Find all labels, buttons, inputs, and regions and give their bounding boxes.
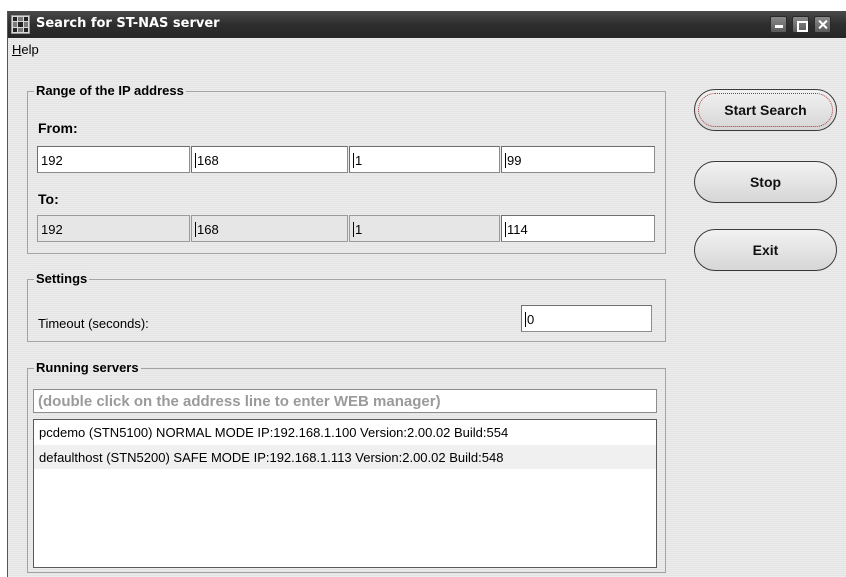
from-octet-1[interactable]: 192 bbox=[37, 146, 190, 173]
menu-help-label: elp bbox=[21, 42, 39, 57]
exit-button[interactable]: Exit bbox=[694, 229, 837, 271]
ip-range-title: Range of the IP address bbox=[34, 83, 186, 98]
list-item[interactable]: pcdemo (STN5100) NORMAL MODE IP:192.168.… bbox=[34, 420, 656, 445]
from-octet-3[interactable]: 1 bbox=[349, 146, 500, 173]
timeout-input[interactable]: 0 bbox=[521, 305, 652, 332]
from-octet-4[interactable]: 99 bbox=[501, 146, 655, 173]
to-octet-3[interactable]: 1 bbox=[349, 215, 500, 242]
to-label: To: bbox=[38, 191, 59, 207]
to-octet-2[interactable]: 168 bbox=[191, 215, 348, 242]
window-title: Search for ST-NAS server bbox=[36, 16, 220, 31]
app-icon bbox=[11, 15, 30, 34]
title-bar[interactable]: Search for ST-NAS server bbox=[8, 11, 846, 38]
menu-bar: Help bbox=[8, 38, 846, 60]
to-octet-1[interactable]: 192 bbox=[37, 215, 190, 242]
list-item[interactable]: defaulthost (STN5200) SAFE MODE IP:192.1… bbox=[34, 445, 656, 470]
settings-title: Settings bbox=[34, 271, 90, 286]
to-octet-4[interactable]: 114 bbox=[501, 215, 655, 242]
menu-help[interactable]: Help bbox=[12, 42, 39, 57]
app-window: Search for ST-NAS server Help Range of t… bbox=[7, 11, 846, 577]
maximize-icon[interactable] bbox=[792, 16, 809, 33]
stop-button[interactable]: Stop bbox=[694, 161, 837, 203]
servers-hint: (double click on the address line to ent… bbox=[33, 389, 657, 413]
from-label: From: bbox=[38, 120, 78, 136]
minimize-icon[interactable] bbox=[770, 16, 787, 33]
menu-help-accel: H bbox=[12, 42, 22, 57]
servers-list[interactable]: pcdemo (STN5100) NORMAL MODE IP:192.168.… bbox=[33, 419, 657, 568]
start-search-button[interactable]: Start Search bbox=[694, 89, 837, 131]
from-octet-2[interactable]: 168 bbox=[191, 146, 348, 173]
servers-title: Running servers bbox=[34, 360, 141, 375]
timeout-label: Timeout (seconds): bbox=[38, 316, 149, 331]
close-icon[interactable] bbox=[814, 16, 831, 33]
